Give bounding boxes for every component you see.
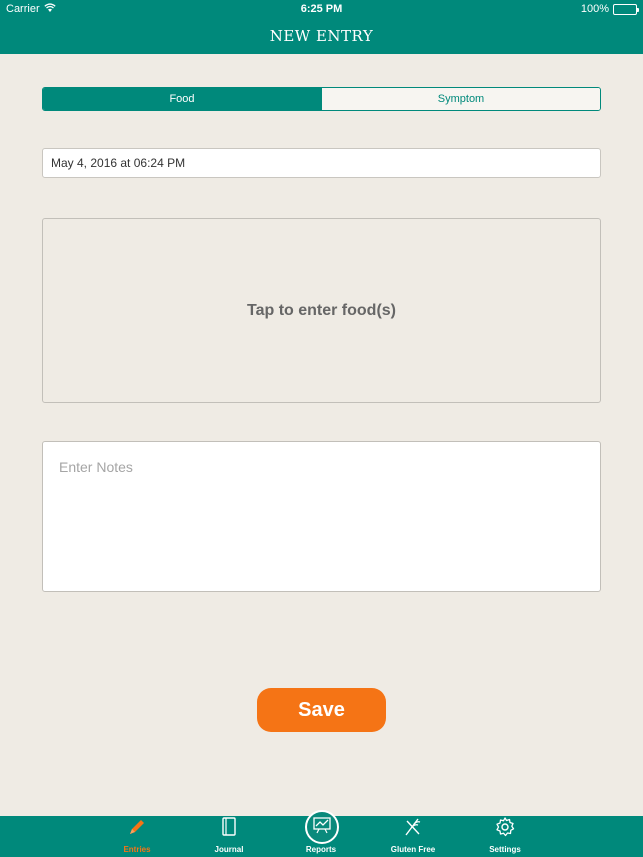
save-button[interactable]: Save bbox=[257, 688, 386, 732]
chart-icon bbox=[312, 816, 332, 839]
journal-icon bbox=[218, 816, 240, 843]
date-time-field[interactable]: May 4, 2016 at 06:24 PM bbox=[42, 148, 601, 178]
pencil-icon bbox=[126, 816, 148, 843]
tab-journal[interactable]: Journal bbox=[196, 816, 262, 857]
tab-label: Journal bbox=[214, 845, 244, 854]
gear-icon bbox=[494, 816, 516, 843]
tab-settings[interactable]: Settings bbox=[472, 816, 538, 857]
tab-label: Gluten Free bbox=[390, 845, 436, 854]
segment-food[interactable]: Food bbox=[43, 88, 321, 110]
segment-symptom[interactable]: Symptom bbox=[321, 88, 600, 110]
nav-bar: NEW ENTRY bbox=[0, 18, 643, 54]
tab-label: Entries bbox=[123, 845, 151, 854]
entry-type-segmented-control[interactable]: Food Symptom bbox=[42, 87, 601, 111]
tab-entries[interactable]: Entries bbox=[104, 816, 170, 857]
tab-gluten-free[interactable]: Gluten Free bbox=[380, 816, 446, 857]
tab-label: Reports bbox=[305, 845, 337, 854]
status-bar: Carrier 6:25 PM 100% bbox=[0, 0, 643, 18]
food-entry-area[interactable]: Tap to enter food(s) bbox=[42, 218, 601, 403]
wheat-icon bbox=[402, 816, 424, 843]
status-bar-right: 100% bbox=[580, 3, 639, 15]
tab-label: Settings bbox=[489, 845, 521, 854]
notes-input[interactable] bbox=[42, 441, 601, 592]
battery-label: 100% bbox=[580, 3, 609, 15]
page-title: NEW ENTRY bbox=[269, 27, 374, 45]
reports-tab-button[interactable] bbox=[305, 810, 339, 844]
food-prompt: Tap to enter food(s) bbox=[246, 301, 397, 319]
status-time: 6:25 PM bbox=[300, 3, 343, 15]
battery-icon bbox=[613, 3, 639, 15]
